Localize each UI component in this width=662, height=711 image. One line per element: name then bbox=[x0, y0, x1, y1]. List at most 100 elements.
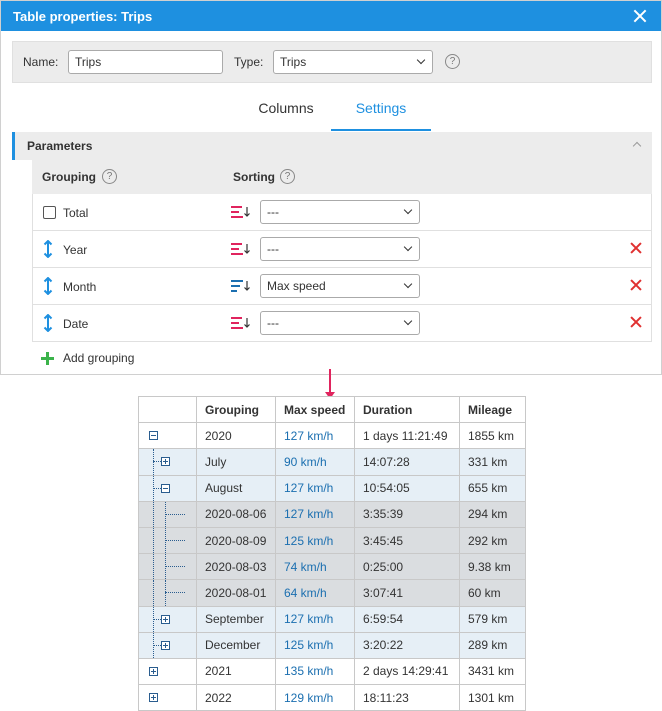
tab-settings[interactable]: Settings bbox=[331, 91, 431, 131]
tree-line bbox=[153, 487, 161, 489]
sort-select-value: --- bbox=[267, 242, 279, 256]
tree-cell bbox=[138, 448, 197, 476]
max-speed-cell[interactable]: 64 km/h bbox=[275, 579, 355, 607]
delete-icon[interactable] bbox=[630, 242, 642, 254]
sort-select-year[interactable]: --- bbox=[260, 237, 420, 261]
tree-cell bbox=[138, 657, 197, 686]
tree-line bbox=[153, 580, 154, 606]
sorting-header: Sorting bbox=[233, 170, 275, 184]
sort-descending-icon[interactable] bbox=[231, 242, 251, 256]
grouping-row-label: Year bbox=[63, 243, 88, 257]
type-select[interactable]: Trips bbox=[273, 50, 433, 74]
report-col-duration[interactable]: Duration bbox=[354, 395, 460, 424]
expand-icon[interactable] bbox=[149, 693, 158, 703]
close-icon[interactable] bbox=[631, 7, 649, 25]
grouping-cell: 2020-08-01 bbox=[196, 579, 276, 607]
mileage-cell: 294 km bbox=[459, 500, 526, 528]
collapse-icon[interactable] bbox=[149, 431, 158, 441]
sorting-help-icon[interactable]: ? bbox=[280, 169, 295, 184]
sort-select-date[interactable]: --- bbox=[260, 311, 420, 335]
drag-handle-icon[interactable] bbox=[42, 240, 54, 258]
max-speed-cell[interactable]: 90 km/h bbox=[275, 448, 355, 476]
table-row: December 125 km/h 3:20:22 289 km bbox=[138, 631, 526, 659]
report-col-max-speed[interactable]: Max speed bbox=[275, 395, 355, 424]
sort-descending-icon[interactable] bbox=[231, 316, 251, 330]
max-speed-cell[interactable]: 74 km/h bbox=[275, 553, 355, 581]
grouping-table: Grouping ? Sorting ? Total --- Year --- … bbox=[32, 160, 652, 342]
grouping-row-date: Date --- bbox=[32, 305, 652, 342]
delete-icon[interactable] bbox=[630, 279, 642, 291]
duration-cell: 1 days 11:21:49 bbox=[354, 422, 460, 450]
report-col-tree bbox=[138, 395, 197, 424]
drag-handle-icon[interactable] bbox=[42, 314, 54, 332]
name-type-row: Name: Type: Trips ? bbox=[12, 41, 652, 83]
tab-columns[interactable]: Columns bbox=[236, 91, 336, 131]
expand-icon[interactable] bbox=[161, 640, 170, 650]
sort-descending-icon[interactable] bbox=[231, 205, 251, 219]
duration-cell: 2 days 14:29:41 bbox=[354, 657, 460, 686]
drag-handle-icon[interactable] bbox=[42, 277, 54, 295]
max-speed-cell[interactable]: 127 km/h bbox=[275, 500, 355, 528]
mileage-cell: 579 km bbox=[459, 605, 526, 633]
mileage-cell: 3431 km bbox=[459, 657, 526, 686]
table-row: 2020 127 km/h 1 days 11:21:49 1855 km bbox=[138, 422, 526, 450]
plus-icon bbox=[41, 352, 54, 365]
name-input[interactable] bbox=[68, 50, 223, 74]
grouping-cell: 2020 bbox=[196, 422, 276, 450]
max-speed-cell[interactable]: 127 km/h bbox=[275, 605, 355, 633]
duration-cell: 3:45:45 bbox=[354, 526, 460, 555]
tree-cell bbox=[138, 684, 197, 711]
grouping-header: Grouping bbox=[42, 170, 96, 184]
tree-line bbox=[165, 566, 185, 568]
sort-select-value: --- bbox=[267, 316, 279, 330]
grouping-row-label: Total bbox=[63, 206, 89, 220]
max-speed-cell[interactable]: 127 km/h bbox=[275, 474, 355, 502]
sort-ascending-icon[interactable] bbox=[231, 279, 251, 293]
grouping-cell: August bbox=[196, 474, 276, 502]
chevron-up-icon[interactable] bbox=[632, 141, 642, 151]
tree-cell bbox=[138, 579, 197, 607]
sort-select-value: Max speed bbox=[267, 279, 326, 293]
dialog-title: Table properties: Trips bbox=[13, 8, 153, 24]
tree-line bbox=[153, 644, 161, 646]
duration-cell: 0:25:00 bbox=[354, 553, 460, 581]
tree-line bbox=[153, 527, 154, 554]
sort-select-value: --- bbox=[267, 205, 279, 219]
tab-bar: Columns Settings bbox=[1, 91, 661, 131]
tree-cell bbox=[138, 422, 197, 450]
sort-select-month[interactable]: Max speed bbox=[260, 274, 420, 298]
expand-icon[interactable] bbox=[149, 666, 158, 676]
report-col-mileage[interactable]: Mileage bbox=[459, 395, 526, 424]
duration-cell: 6:59:54 bbox=[354, 605, 460, 633]
max-speed-cell[interactable]: 135 km/h bbox=[275, 657, 355, 686]
add-grouping-button[interactable]: Add grouping bbox=[41, 351, 134, 365]
total-checkbox[interactable] bbox=[43, 206, 56, 219]
mileage-cell: 289 km bbox=[459, 631, 526, 659]
report-col-grouping[interactable]: Grouping bbox=[196, 395, 276, 424]
grouping-cell: 2022 bbox=[196, 684, 276, 711]
grouping-cell: 2021 bbox=[196, 657, 276, 686]
tree-line bbox=[153, 554, 154, 580]
table-row: 2020-08-03 74 km/h 0:25:00 9.38 km bbox=[138, 553, 526, 581]
mileage-cell: 1301 km bbox=[459, 684, 526, 711]
collapse-icon[interactable] bbox=[161, 483, 170, 493]
dialog-titlebar: Table properties: Trips bbox=[1, 1, 661, 31]
delete-icon[interactable] bbox=[630, 316, 642, 328]
grouping-cell: 2020-08-03 bbox=[196, 553, 276, 581]
grouping-cell: September bbox=[196, 605, 276, 633]
report-body: 2020 127 km/h 1 days 11:21:49 1855 km July 90… bbox=[138, 422, 526, 711]
expand-icon[interactable] bbox=[161, 614, 170, 624]
type-select-value: Trips bbox=[280, 55, 307, 69]
max-speed-cell[interactable]: 125 km/h bbox=[275, 631, 355, 659]
sort-select-total[interactable]: --- bbox=[260, 200, 420, 224]
table-row: September 127 km/h 6:59:54 579 km bbox=[138, 605, 526, 633]
expand-icon[interactable] bbox=[161, 457, 170, 467]
help-icon[interactable]: ? bbox=[445, 54, 460, 69]
grouping-help-icon[interactable]: ? bbox=[102, 169, 117, 184]
parameters-section-header[interactable]: Parameters bbox=[12, 132, 652, 160]
tree-line bbox=[153, 618, 161, 620]
max-speed-cell[interactable]: 129 km/h bbox=[275, 684, 355, 711]
max-speed-cell[interactable]: 127 km/h bbox=[275, 422, 355, 450]
add-grouping-label: Add grouping bbox=[63, 351, 135, 365]
max-speed-cell[interactable]: 125 km/h bbox=[275, 526, 355, 555]
